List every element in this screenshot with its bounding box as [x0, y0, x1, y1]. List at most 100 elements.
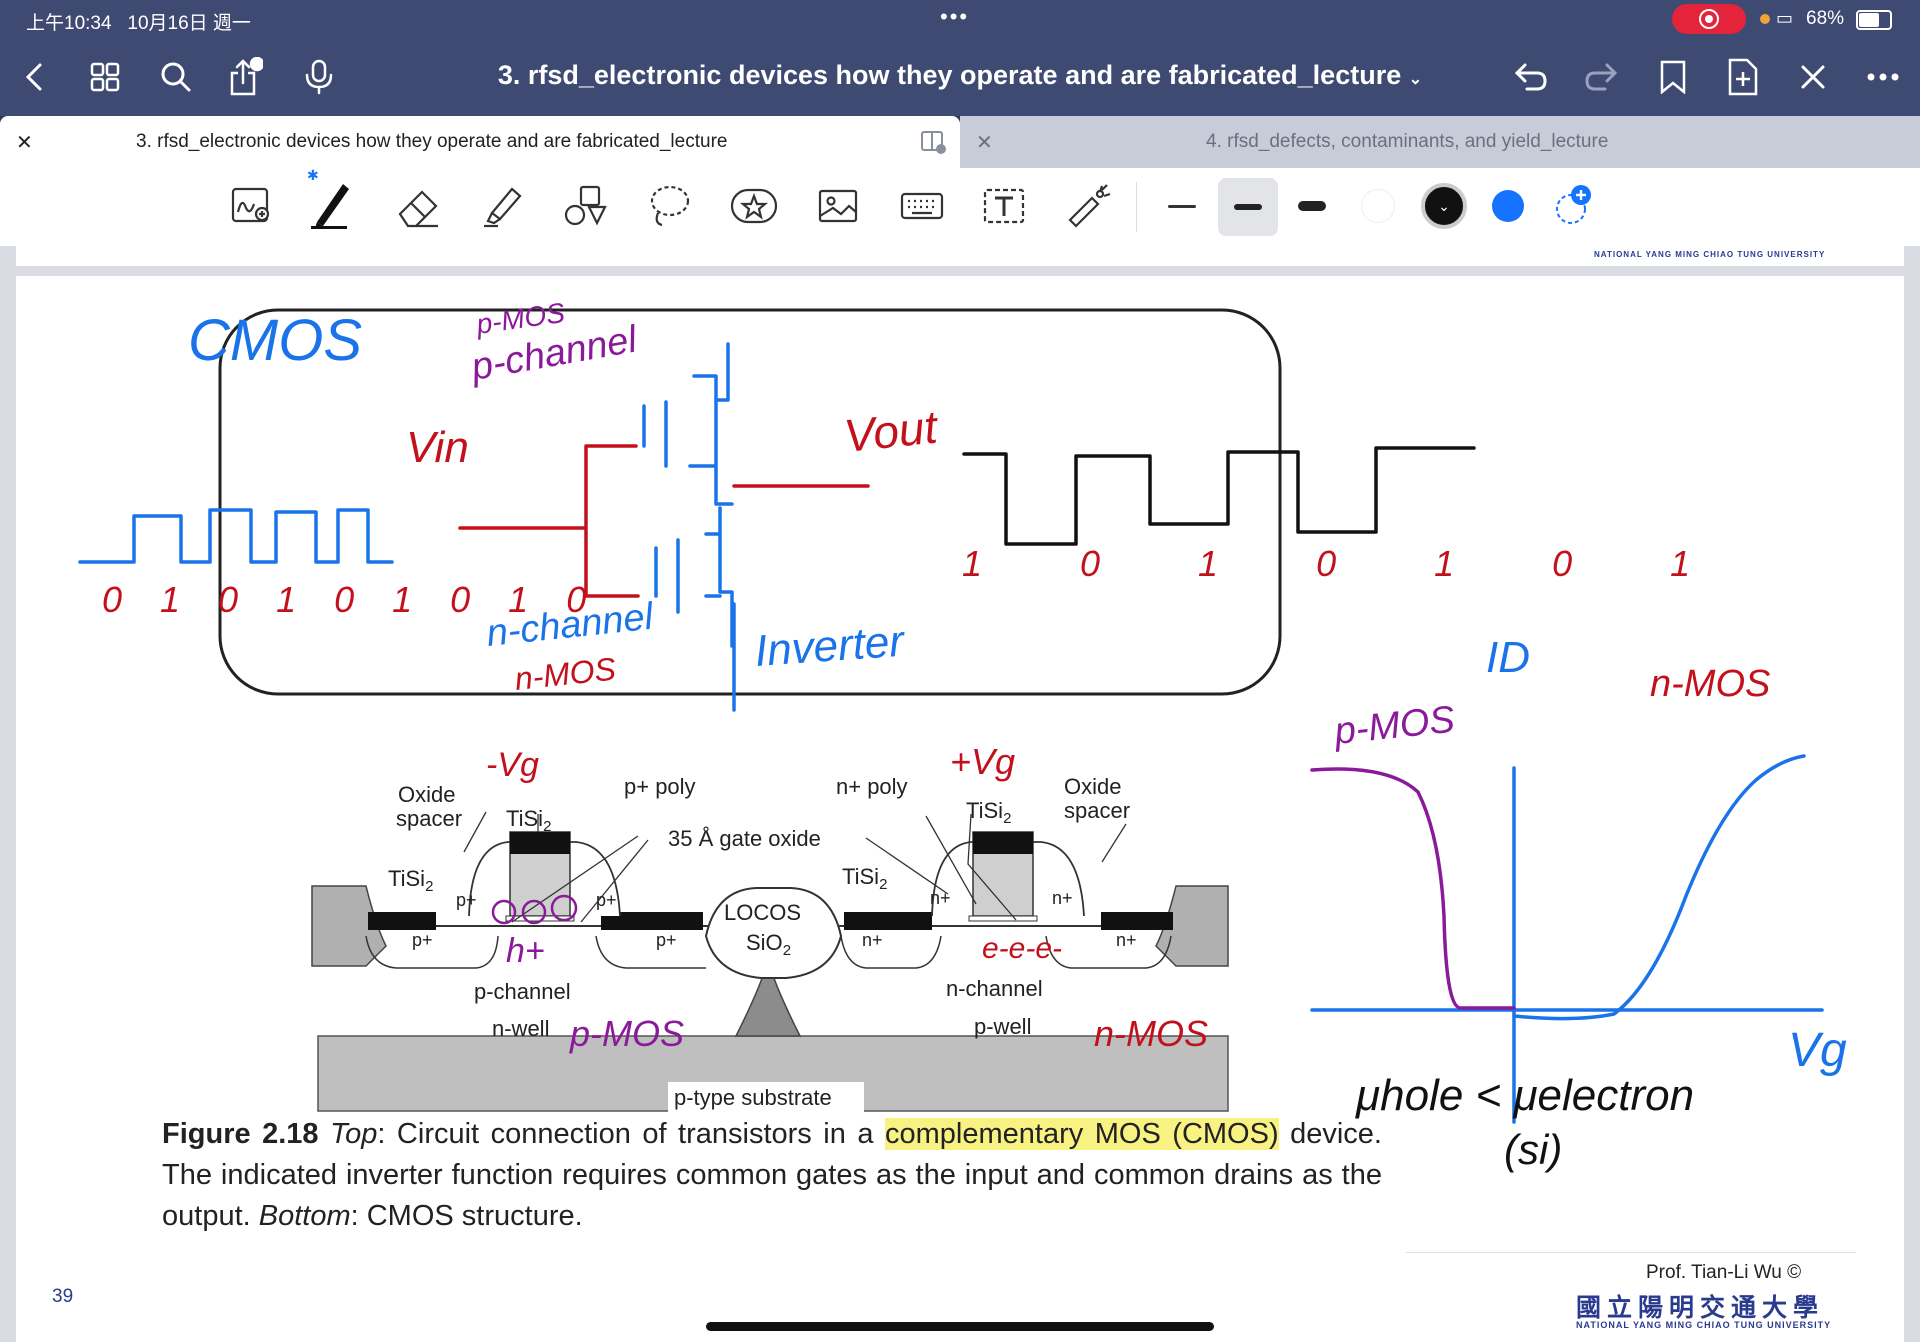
annotation-graph-nmos: n-MOS	[1650, 663, 1770, 705]
screen-record-indicator[interactable]	[1672, 4, 1746, 34]
nmos-curve	[1512, 754, 1806, 1021]
slide-page[interactable]: Oxide spacer TiSi2 TiSi2 p+ poly n+ poly…	[16, 276, 1904, 1342]
battery-percent: 68%	[1806, 8, 1845, 29]
battery-level	[1859, 13, 1880, 27]
redo-icon[interactable]	[1578, 54, 1624, 100]
navigation-bar: 3. rfsd_electronic devices how they oper…	[0, 40, 1920, 116]
pmos-symbol	[642, 342, 734, 506]
color-swatch-white[interactable]	[1352, 180, 1404, 232]
keyboard-icon[interactable]	[896, 180, 948, 232]
previous-page-edge: NATIONAL YANG MING CHIAO TUNG UNIVERSITY	[16, 246, 1904, 266]
gate-wire	[458, 444, 640, 598]
home-indicator[interactable]	[706, 1322, 1214, 1331]
image-icon[interactable]	[812, 180, 864, 232]
annotation-cmos: CMOS	[188, 308, 362, 373]
page-number: 39	[52, 1286, 74, 1307]
annotation-minus-vg: -Vg	[486, 746, 539, 784]
eraser-icon[interactable]	[392, 180, 444, 232]
text-box-icon[interactable]	[978, 180, 1030, 232]
tab-label: 4. rfsd_defects, contaminants, and yield…	[1206, 131, 1609, 152]
caption-top-label: Top	[330, 1118, 378, 1150]
caption-highlighted-text: complementary MOS (CMOS)	[885, 1118, 1279, 1150]
color-swatch-black[interactable]: ⌄	[1418, 180, 1470, 232]
mic-active-dot	[1760, 14, 1770, 24]
caption-part1: : Circuit connection of transistors in a	[377, 1118, 885, 1150]
stroke-thick-option[interactable]	[1286, 180, 1338, 232]
hole-marker-2	[521, 899, 547, 925]
inverter-box-stroke	[218, 308, 1282, 696]
split-view-icon[interactable]	[920, 130, 946, 160]
annotation-vg: Vg	[1788, 1024, 1847, 1077]
annotation-id: ID	[1486, 633, 1530, 682]
more-icon[interactable]	[1860, 54, 1906, 100]
annotation-e-minus: e-e-e-	[982, 932, 1062, 965]
tab-inactive-document[interactable]: ✕ 4. rfsd_defects, contaminants, and yie…	[960, 116, 1920, 168]
multitask-dots-icon[interactable]: •••	[940, 4, 969, 30]
close-tab-icon[interactable]: ✕	[16, 130, 33, 155]
stroke-medium-option[interactable]	[1218, 178, 1278, 236]
chevron-down-icon: ⌄	[1408, 71, 1423, 88]
status-time: 上午10:34 10月16日 週一	[26, 13, 251, 34]
header-university-name: NATIONAL YANG MING CHIAO TUNG UNIVERSITY	[1594, 250, 1826, 259]
bookmark-icon[interactable]	[1650, 54, 1696, 100]
tab-label: 3. rfsd_electronic devices how they oper…	[136, 131, 728, 152]
figure-caption: Figure 2.18 Top: Circuit connection of t…	[162, 1114, 1382, 1237]
add-color-icon[interactable]	[1546, 180, 1598, 232]
footer-university-en: NATIONAL YANG MING CHIAO TUNG UNIVERSITY	[1576, 1320, 1832, 1330]
annotation-vout: Vout	[842, 400, 942, 462]
tab-active-document[interactable]: ✕ 3. rfsd_electronic devices how they op…	[0, 116, 960, 168]
close-tools-icon[interactable]	[1790, 54, 1836, 100]
annotation-plus-vg: +Vg	[950, 741, 1015, 782]
hole-marker-1	[491, 899, 517, 925]
highlighter-icon[interactable]	[476, 180, 528, 232]
output-waveform	[962, 446, 1476, 546]
pen-icon[interactable]: ✱	[306, 167, 358, 229]
battery-icon	[1856, 10, 1892, 30]
add-page-icon[interactable]	[1720, 54, 1766, 100]
pmos-curve	[1310, 767, 1516, 1010]
annotation-si: (si)	[1504, 1126, 1562, 1173]
stroke-thin-option[interactable]	[1156, 180, 1208, 232]
input-waveform	[78, 508, 394, 564]
caption-part3: : CMOS structure.	[350, 1200, 583, 1232]
mic-icon[interactable]	[296, 54, 342, 100]
footer-university-cn: 國立陽明交通大學	[1576, 1293, 1825, 1322]
footer-divider	[1406, 1252, 1856, 1253]
back-icon[interactable]	[12, 54, 58, 100]
record-icon	[1699, 9, 1719, 29]
annotation-mobility: μhole < μelectron	[1355, 1071, 1694, 1120]
annotation-pmos-label: p-MOS	[569, 1013, 684, 1054]
document-canvas[interactable]: NATIONAL YANG MING CHIAO TUNG UNIVERSITY	[0, 246, 1920, 1342]
sticker-icon[interactable]	[728, 180, 780, 232]
laser-pointer-icon[interactable]	[1062, 180, 1114, 232]
svg-text:✱: ✱	[307, 167, 319, 183]
undo-icon[interactable]	[1508, 54, 1554, 100]
footer-author: Prof. Tian-Li Wu ©	[1646, 1262, 1802, 1283]
shapes-icon[interactable]	[560, 180, 612, 232]
annotation-inverter: Inverter	[753, 617, 908, 676]
annotation-vin: Vin	[406, 423, 469, 472]
chevron-down-icon: ⌄	[1421, 183, 1467, 229]
hole-marker-3	[550, 894, 578, 922]
lasso-icon[interactable]	[644, 180, 696, 232]
caption-bottom-label: Bottom	[258, 1200, 351, 1232]
annotation-n-mos: n-MOS	[513, 651, 618, 697]
document-title-menu[interactable]: 3. rfsd_electronic devices how they oper…	[420, 60, 1500, 91]
grid-icon[interactable]	[82, 54, 128, 100]
document-tabs: ✕ 3. rfsd_electronic devices how they op…	[0, 116, 1920, 168]
status-bar: 上午10:34 10月16日 週一 ••• ▭ 68%	[0, 0, 1920, 40]
nmos-symbol	[654, 506, 734, 648]
annotation-h-plus: h+	[506, 932, 545, 970]
color-swatch-blue[interactable]	[1482, 180, 1534, 232]
share-icon[interactable]	[222, 54, 268, 100]
search-icon[interactable]	[153, 54, 199, 100]
annotation-toolbar: ✱ ⌄	[0, 167, 1920, 247]
annotation-nmos-label: n-MOS	[1094, 1013, 1208, 1054]
toolbar-divider	[1136, 182, 1137, 232]
screen-mirroring-icon: ▭	[1776, 8, 1794, 28]
annotation-graph-pmos: p-MOS	[1332, 699, 1457, 753]
close-tab-icon[interactable]: ✕	[976, 130, 993, 155]
caption-figure-number: Figure 2.18	[162, 1118, 319, 1150]
zoom-write-icon[interactable]	[226, 180, 278, 232]
annotation-output-bits: 1 0 1 0 1 0 1	[962, 543, 1734, 584]
